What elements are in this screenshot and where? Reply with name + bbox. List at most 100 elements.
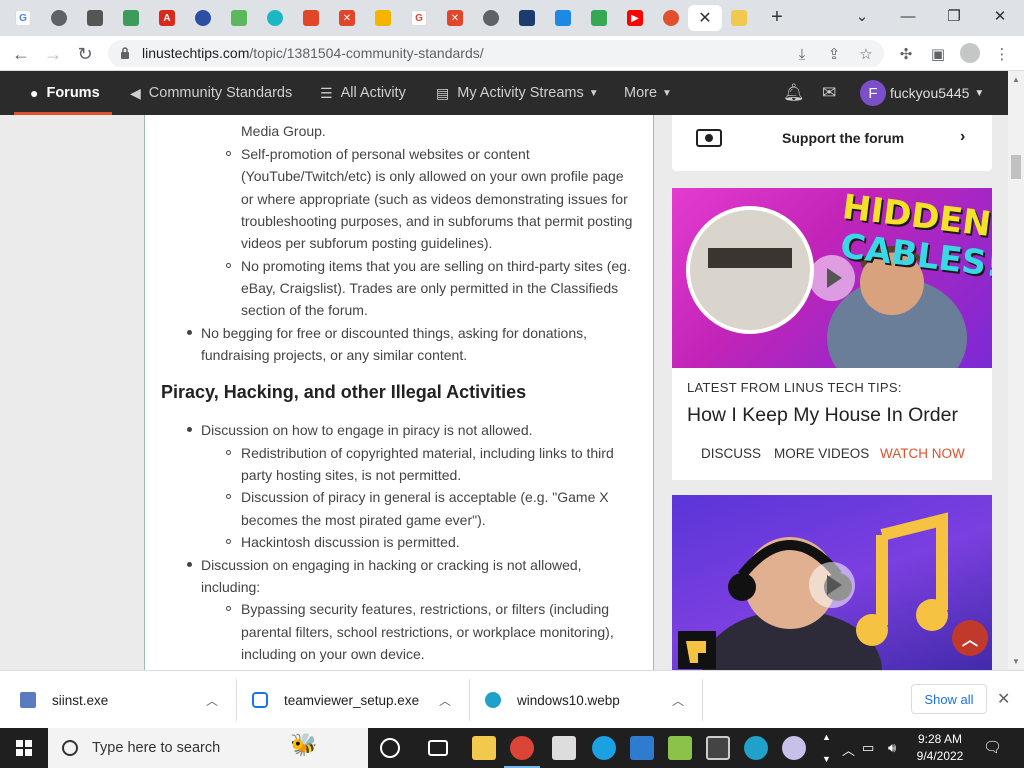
close-icon[interactable]: ✕ xyxy=(997,689,1010,709)
bullet xyxy=(187,427,192,432)
tab-google[interactable]: G xyxy=(8,5,38,31)
discuss-link[interactable]: DISCUSS xyxy=(701,446,761,461)
photos-icon[interactable] xyxy=(630,736,654,760)
search-app-icon[interactable] xyxy=(706,736,730,760)
tab-youtube[interactable]: ▶ xyxy=(620,5,650,31)
scroll-up-arrow-icon[interactable]: ▲ xyxy=(1012,75,1020,84)
nav-forums[interactable]: ● Forums xyxy=(30,71,100,115)
close-tab-icon[interactable]: ✕ xyxy=(698,8,711,28)
play-store-icon xyxy=(591,10,607,26)
clock-time: 9:28 AM xyxy=(917,732,963,746)
video-thumbnail-2[interactable] xyxy=(672,495,992,670)
side-panel-icon[interactable]: ▣ xyxy=(928,44,948,64)
divider xyxy=(469,679,470,721)
tab-hex[interactable] xyxy=(548,5,578,31)
tab-brave2[interactable]: ✕ xyxy=(332,5,362,31)
chevron-up-icon[interactable]: ︿ xyxy=(842,740,855,759)
video-title[interactable]: How I Keep My House In Order xyxy=(687,404,958,427)
scroll-down-arrow-icon[interactable]: ▼ xyxy=(1012,657,1020,666)
download-item[interactable]: teamviewer_setup.exe ︿ xyxy=(252,671,467,729)
volume-icon[interactable]: 🔊︎ xyxy=(888,740,896,756)
page-scrollbar[interactable]: ▲ ▼ xyxy=(1008,71,1024,670)
nav-activity-streams[interactable]: ▤ My Activity Streams ▼ xyxy=(436,71,599,115)
menu-kebab-icon[interactable]: ⋮ xyxy=(992,44,1012,64)
back-button[interactable]: ← xyxy=(8,41,34,67)
tab-google2[interactable]: G xyxy=(404,5,434,31)
bookmark-star-icon[interactable]: ☆ xyxy=(856,44,876,64)
url-text[interactable]: linustechtips.com/topic/1381504-communit… xyxy=(142,45,484,61)
tab-brave3[interactable]: ✕ xyxy=(440,5,470,31)
download-item[interactable]: windows10.webp ︿ xyxy=(485,671,700,729)
tab-shield[interactable] xyxy=(116,5,146,31)
tab-yellow[interactable] xyxy=(724,5,754,31)
paint-icon[interactable] xyxy=(782,736,806,760)
bullet xyxy=(187,562,192,567)
nav-more[interactable]: More ▼ xyxy=(624,71,672,115)
cortana-icon[interactable] xyxy=(380,738,400,758)
text-line: Bypassing security features, restriction… xyxy=(241,601,610,617)
show-all-button[interactable]: Show all xyxy=(911,684,987,714)
share-icon[interactable]: ⇪ xyxy=(824,44,844,64)
stream-icon: ▤ xyxy=(436,84,450,101)
edge-icon[interactable] xyxy=(744,736,768,760)
play-icon[interactable] xyxy=(809,255,855,301)
notifications-icon[interactable]: 🗨︎ xyxy=(983,738,1002,756)
scroll-to-top-button[interactable]: ︿ xyxy=(952,620,988,656)
reload-button[interactable]: ↻ xyxy=(72,41,98,67)
tab-brave1[interactable] xyxy=(296,5,326,31)
tab-circle[interactable] xyxy=(188,5,218,31)
divider xyxy=(702,679,703,721)
tab-adobe[interactable]: A xyxy=(152,5,182,31)
file-explorer-icon[interactable] xyxy=(472,736,496,760)
chrome-icon[interactable] xyxy=(504,736,540,768)
network-icon[interactable]: ▭ xyxy=(862,740,874,756)
address-bar[interactable]: linustechtips.com/topic/1381504-communit… xyxy=(108,40,884,67)
system-clock[interactable]: 9:28 AM 9/4/2022 xyxy=(912,731,968,765)
tab-globe2[interactable] xyxy=(476,5,506,31)
scrollbar-thumb[interactable] xyxy=(1011,155,1021,179)
globe-icon xyxy=(51,10,67,26)
tab-play[interactable] xyxy=(584,5,614,31)
messages-envelope-icon[interactable]: ✉ xyxy=(822,71,836,115)
internet-explorer-icon[interactable] xyxy=(592,736,616,760)
task-view-icon[interactable] xyxy=(428,740,448,756)
installer-icon xyxy=(20,692,36,708)
download-filename: siinst.exe xyxy=(52,692,109,708)
tab-active[interactable]: ✕ xyxy=(688,5,722,31)
download-item[interactable]: siinst.exe ︿ xyxy=(20,671,235,729)
tab-search[interactable] xyxy=(512,5,542,31)
notifications-bell-icon[interactable]: 🔔︎ xyxy=(783,71,805,115)
tab-search-dropdown[interactable]: ⌄ xyxy=(842,4,882,28)
new-tab-button[interactable]: + xyxy=(766,6,788,28)
forward-button[interactable]: → xyxy=(40,41,66,67)
taskbar-scroll-up-icon[interactable]: ▲ xyxy=(822,732,831,742)
chevron-up-icon[interactable]: ︿ xyxy=(206,692,218,709)
watch-now-link[interactable]: WATCH NOW xyxy=(880,446,965,461)
chevron-up-icon[interactable]: ︿ xyxy=(439,692,451,709)
taskbar-scroll-down-icon[interactable]: ▼ xyxy=(822,754,831,764)
start-button[interactable] xyxy=(0,728,48,768)
video-thumbnail[interactable]: HIDDEN CABLES! xyxy=(672,188,992,368)
extensions-icon[interactable]: ✣ xyxy=(896,44,916,64)
tab-recycle[interactable] xyxy=(224,5,254,31)
7zip-icon[interactable] xyxy=(552,736,576,760)
profile-avatar-icon[interactable] xyxy=(960,43,980,63)
chevron-up-icon[interactable]: ︿ xyxy=(672,692,684,709)
install-app-icon[interactable]: ⤓ xyxy=(792,44,812,64)
nav-all-activity[interactable]: ☰ All Activity xyxy=(320,71,406,115)
tab-doc[interactable] xyxy=(80,5,110,31)
minimize-button[interactable]: — xyxy=(888,4,928,28)
tab-globe[interactable] xyxy=(44,5,74,31)
taskbar-search[interactable]: Type here to search 🐝 xyxy=(48,728,368,768)
more-videos-link[interactable]: MORE VIDEOS xyxy=(774,446,869,461)
support-forum-widget[interactable]: Support the forum › xyxy=(672,115,992,171)
app-icon[interactable] xyxy=(668,736,692,760)
user-menu[interactable]: F fuckyou5445 ▼ xyxy=(860,79,984,107)
play-icon[interactable] xyxy=(809,562,855,608)
tab-drive[interactable] xyxy=(368,5,398,31)
nav-community-standards[interactable]: ◀ Community Standards xyxy=(130,71,292,115)
tab-teal[interactable] xyxy=(260,5,290,31)
tab-ltt[interactable] xyxy=(656,5,686,31)
restore-button[interactable]: ❐ xyxy=(934,4,974,28)
close-window-button[interactable]: ✕ xyxy=(980,4,1020,28)
